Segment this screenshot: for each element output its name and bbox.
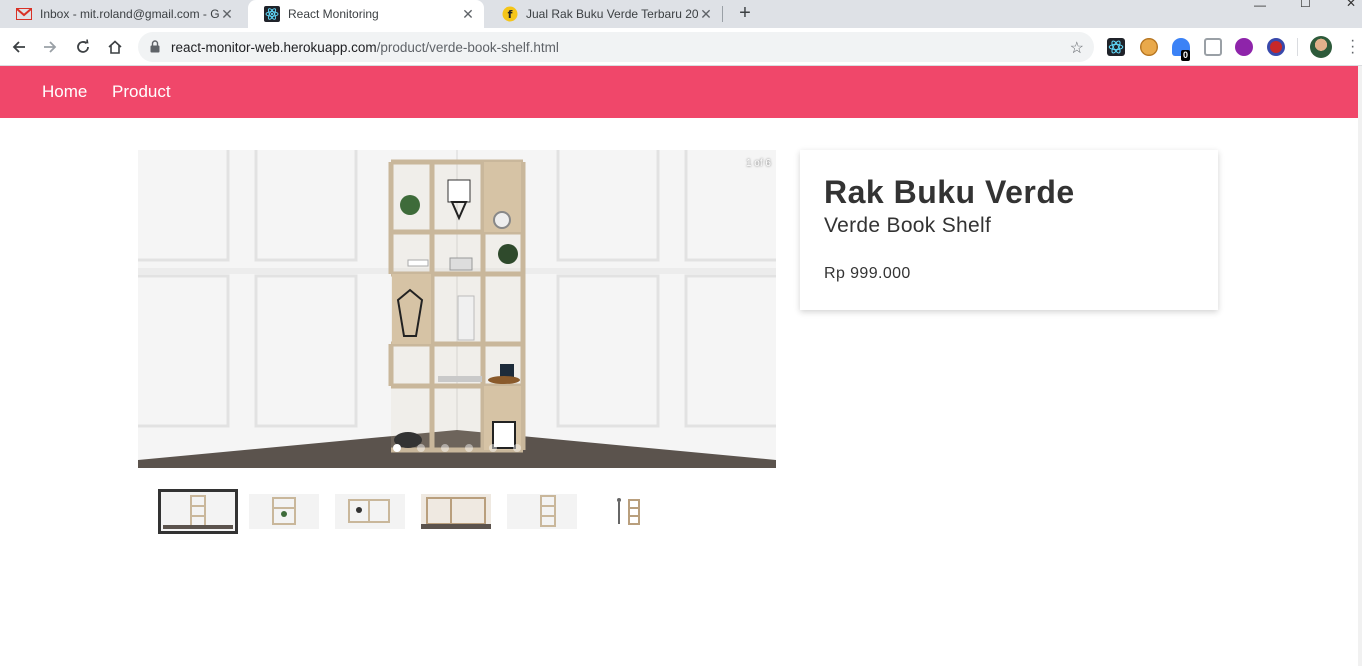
close-window-button[interactable]: ✕ (1346, 0, 1356, 10)
tab-react-monitoring[interactable]: React Monitoring ✕ (248, 0, 484, 28)
thumbnail-1[interactable] (158, 489, 238, 534)
thumbnail-5[interactable] (507, 494, 577, 529)
toolbar-separator (1297, 38, 1298, 56)
profile-avatar[interactable] (1310, 36, 1332, 58)
tab-title: Inbox - mit.roland@gmail.com - G (40, 7, 219, 21)
extension-badge: 0 (1181, 50, 1191, 61)
back-button[interactable] (9, 37, 29, 57)
carousel-counter: 1 of 6 (745, 158, 771, 169)
bookshelf-photo (138, 150, 776, 468)
home-icon (108, 40, 122, 54)
react-devtools-icon[interactable] (1107, 38, 1125, 56)
blocker-extension-icon[interactable] (1267, 38, 1285, 56)
product-info-card: Rak Buku Verde Verde Book Shelf Rp 999.0… (800, 150, 1218, 310)
url-text: react-monitor-web.herokuapp.com/product/… (171, 40, 559, 55)
address-bar[interactable]: react-monitor-web.herokuapp.com/product/… (138, 32, 1094, 62)
url-path: /product/verde-book-shelf.html (376, 40, 559, 55)
thumbnail-2[interactable] (249, 494, 319, 529)
reload-button[interactable] (73, 37, 93, 57)
thumbnail-4[interactable] (421, 494, 491, 529)
browser-window: Inbox - mit.roland@gmail.com - G ✕ React… (0, 0, 1362, 666)
close-icon[interactable]: ✕ (698, 6, 714, 22)
lock-icon (150, 40, 160, 58)
minimize-button[interactable]: — (1254, 0, 1266, 12)
reload-icon (77, 39, 89, 53)
thumbnail-6[interactable] (593, 494, 663, 529)
home-button[interactable] (105, 37, 125, 57)
tab-strip: Inbox - mit.roland@gmail.com - G ✕ React… (0, 0, 1362, 28)
close-icon[interactable]: ✕ (219, 6, 235, 22)
nav-home-link[interactable]: Home (42, 82, 87, 102)
thumbnail-3[interactable] (335, 494, 405, 529)
react-icon (264, 6, 280, 22)
tab-separator (722, 6, 723, 22)
maximize-button[interactable]: ☐ (1300, 0, 1311, 10)
scrollbar[interactable] (1358, 66, 1362, 666)
product-subtitle: Verde Book Shelf (824, 214, 992, 237)
carousel-dot[interactable] (417, 444, 425, 452)
carousel-dot[interactable] (489, 444, 497, 452)
forward-button[interactable] (40, 37, 60, 57)
product-price: Rp 999.000 (824, 265, 911, 282)
product-image-carousel[interactable]: 1 of 6 (138, 150, 776, 468)
svg-text:f: f (508, 8, 513, 21)
tab-title: React Monitoring (288, 7, 379, 21)
carousel-dots (393, 444, 521, 452)
arrow-right-icon (44, 41, 57, 53)
cast-icon[interactable] (1204, 38, 1222, 56)
bookmark-star-icon[interactable]: ☆ (1070, 38, 1084, 58)
new-tab-button[interactable]: + (735, 2, 755, 24)
url-host: react-monitor-web.herokuapp.com (171, 40, 377, 55)
nav-product-link[interactable]: Product (112, 82, 171, 102)
carousel-dot[interactable] (513, 444, 521, 452)
close-icon[interactable]: ✕ (460, 6, 476, 22)
menu-kebab-icon[interactable]: · · · (1350, 33, 1355, 61)
tab-gmail[interactable]: Inbox - mit.roland@gmail.com - G ✕ (0, 0, 243, 28)
cookie-icon[interactable] (1140, 38, 1158, 56)
thumbnail-strip (158, 489, 663, 535)
carousel-dot[interactable] (441, 444, 449, 452)
browser-toolbar: react-monitor-web.herokuapp.com/product/… (0, 28, 1362, 66)
site-navbar: Home Product (0, 66, 1358, 118)
carousel-dot[interactable] (393, 444, 401, 452)
carousel-dot[interactable] (465, 444, 473, 452)
tab-title: Jual Rak Buku Verde Terbaru 2020 (526, 7, 698, 21)
page-content: Home Product 1 of 6 Rak Buku Verde Verde… (0, 66, 1358, 666)
product-name: Rak Buku Verde (824, 174, 1075, 210)
fabelio-icon: f (502, 6, 518, 22)
tab-fabelio[interactable]: f Jual Rak Buku Verde Terbaru 2020 ✕ (486, 0, 722, 28)
gmail-icon (16, 6, 32, 22)
arrow-left-icon (12, 41, 25, 53)
purple-extension-icon[interactable] (1235, 38, 1253, 56)
